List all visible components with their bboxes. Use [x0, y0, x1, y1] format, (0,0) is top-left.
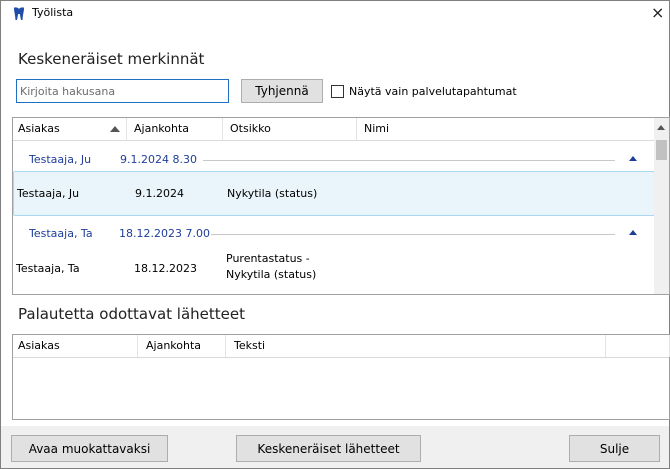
window-title: Työlista	[32, 6, 74, 19]
group-header[interactable]: Testaaja, Ta 18.12.2023 7.00	[13, 224, 655, 244]
search-input[interactable]	[16, 79, 229, 103]
column-header-asiakas[interactable]: Asiakas	[18, 122, 60, 135]
group-client-name: Testaaja, Ta	[29, 227, 93, 240]
title-bar: Työlista ×	[1, 1, 669, 25]
clear-button[interactable]: Tyhjennä	[241, 79, 323, 103]
column-header-nimi[interactable]: Nimi	[364, 122, 389, 135]
cell-otsikko-line2: Nykytila (status)	[226, 268, 317, 281]
column-header-ajankohta[interactable]: Ajankohta	[146, 339, 201, 352]
grid-header: Asiakas Ajankohta Otsikko Nimi	[13, 118, 669, 141]
group-header[interactable]: Testaaja, Ju 9.1.2024 8.30	[13, 150, 655, 170]
table-row[interactable]: Testaaja, Ju 9.1.2024 Nykytila (status)	[13, 171, 655, 216]
group-divider	[203, 160, 615, 161]
service-events-only-label: Näytä vain palvelutapahtumat	[349, 85, 517, 98]
chevron-up-icon[interactable]	[629, 156, 637, 161]
open-for-editing-button[interactable]: Avaa muokattavaksi	[11, 435, 168, 462]
column-separator[interactable]	[137, 335, 138, 357]
grid-header: Asiakas Ajankohta Teksti	[13, 335, 670, 358]
cell-otsikko-line1: Purentastatus -	[226, 252, 310, 265]
chevron-up-icon[interactable]	[629, 230, 637, 235]
button-bar: Avaa muokattavaksi Keskeneräiset lähette…	[1, 426, 669, 468]
section-title-pending-referrals: Palautetta odottavat lähetteet	[18, 305, 246, 323]
unfinished-referrals-button[interactable]: Keskeneräiset lähetteet	[236, 435, 421, 462]
pending-referrals-grid: Asiakas Ajankohta Teksti	[12, 334, 670, 420]
column-header-ajankohta[interactable]: Ajankohta	[134, 122, 189, 135]
column-separator[interactable]	[605, 335, 606, 357]
column-header-teksti[interactable]: Teksti	[234, 339, 265, 352]
cell-ajankohta: 9.1.2024	[135, 187, 184, 200]
group-date: 18.12.2023 7.00	[119, 227, 210, 240]
column-separator[interactable]	[356, 118, 357, 140]
table-row[interactable]: Testaaja, Ta 18.12.2023 Purentastatus - …	[13, 246, 655, 292]
sort-ascending-icon	[110, 126, 120, 132]
group-divider	[211, 234, 615, 235]
cell-ajankohta: 18.12.2023	[134, 262, 197, 275]
unfinished-entries-grid: Asiakas Ajankohta Otsikko Nimi Testaaja,…	[12, 117, 670, 295]
scrollbar-thumb[interactable]	[656, 140, 667, 160]
close-icon[interactable]: ×	[651, 3, 664, 22]
close-button[interactable]: Sulje	[569, 435, 660, 462]
column-separator[interactable]	[126, 118, 127, 140]
service-events-only-checkbox[interactable]	[331, 85, 344, 98]
tooth-icon	[14, 7, 24, 21]
cell-asiakas: Testaaja, Ta	[16, 262, 80, 275]
group-client-name: Testaaja, Ju	[29, 153, 92, 166]
worklist-window: Työlista × Keskeneräiset merkinnät Tyhje…	[0, 0, 670, 469]
column-header-asiakas[interactable]: Asiakas	[18, 339, 60, 352]
section-title-unfinished-entries: Keskeneräiset merkinnät	[18, 50, 205, 68]
column-separator[interactable]	[222, 118, 223, 140]
cell-otsikko: Nykytila (status)	[227, 187, 318, 200]
column-header-otsikko[interactable]: Otsikko	[230, 122, 271, 135]
cell-asiakas: Testaaja, Ju	[17, 187, 80, 200]
service-events-only-toggle[interactable]: Näytä vain palvelutapahtumat	[331, 85, 517, 98]
scroll-up-icon[interactable]	[657, 125, 665, 130]
group-date: 9.1.2024 8.30	[120, 153, 197, 166]
column-separator[interactable]	[225, 335, 226, 357]
vertical-scrollbar[interactable]	[654, 118, 669, 294]
